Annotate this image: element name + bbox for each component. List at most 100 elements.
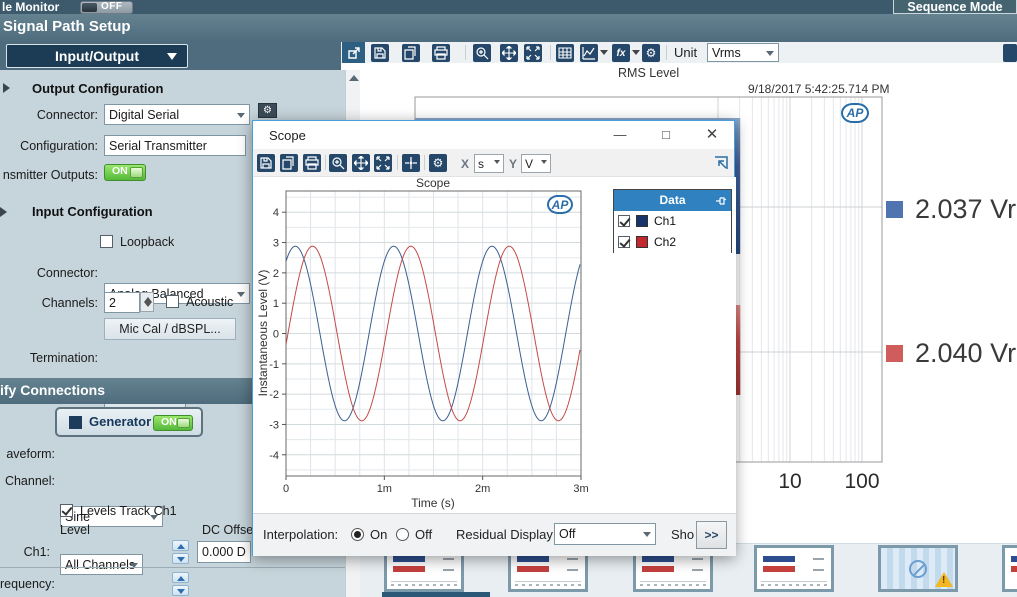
data-panel-header[interactable]: Data <box>614 190 731 211</box>
sequence-mode-button[interactable]: Sequence Mode <box>893 0 1017 14</box>
no-entry-icon <box>909 559 927 578</box>
y-unit-select[interactable]: V <box>521 154 551 173</box>
configuration-label: Configuration: <box>20 139 98 153</box>
acoustic-checkbox[interactable] <box>166 295 179 308</box>
x-unit-select[interactable]: s <box>474 154 504 173</box>
nav-row: Input/Output <box>0 42 341 70</box>
ch1-visible-checkbox[interactable] <box>618 215 630 227</box>
copy-icon[interactable] <box>402 44 420 62</box>
transmitter-outputs-label: nsmitter Outputs: <box>2 168 98 182</box>
ch2-visible-checkbox[interactable] <box>618 236 630 248</box>
ap-logo: AP <box>841 103 869 123</box>
toolbar-separator <box>397 155 398 170</box>
dock-graph-icon[interactable] <box>713 155 729 176</box>
fit-graph-icon[interactable] <box>524 44 542 62</box>
frequency-label: requency: <box>0 577 55 591</box>
print-icon[interactable] <box>303 154 321 172</box>
fx-dropdown-chevron-icon[interactable] <box>632 50 640 55</box>
unit-value: Vrms <box>712 45 741 60</box>
main-toolbar: fx ⚙ Unit Vrms <box>341 42 1017 63</box>
generator-channel-select[interactable]: All Channels <box>60 554 143 575</box>
verify-connections-header: ify Connections <box>0 382 106 398</box>
toolbar-separator <box>666 45 667 60</box>
x-unit-value: s <box>478 156 484 171</box>
generator-on-toggle[interactable]: ON <box>153 415 193 431</box>
fx-derived-result-icon[interactable]: fx <box>612 44 630 62</box>
connector-settings-icon[interactable]: ⚙ <box>258 103 277 118</box>
svg-text:1m: 1m <box>377 483 392 495</box>
termination-label: Termination: <box>29 351 98 365</box>
output-connector-select[interactable]: Digital Serial <box>104 104 250 125</box>
copy-icon[interactable] <box>280 154 298 172</box>
data-channel-row[interactable]: Ch1 <box>614 211 731 232</box>
legend-value-ch1: 2.037 Vrms <box>915 194 1017 224</box>
generator-button[interactable]: Generator ON <box>55 407 203 437</box>
legend-value-ch2: 2.040 Vrms <box>915 338 1017 368</box>
fit-graph-icon[interactable] <box>374 154 392 172</box>
popout-window-icon[interactable] <box>342 42 365 63</box>
x-axis-unit-label: X <box>461 157 470 171</box>
svg-text:-1: -1 <box>269 359 279 371</box>
monitor-off-toggle[interactable]: OFF <box>80 1 133 14</box>
scroll-up-icon[interactable] <box>349 75 359 81</box>
data-channel-row[interactable]: Ch2 <box>614 232 731 253</box>
interpolation-on-radio[interactable] <box>351 528 364 541</box>
loopback-label: Loopback <box>120 235 175 249</box>
ch1-row-label: Ch1: <box>23 545 50 559</box>
cursors-icon[interactable] <box>402 154 420 172</box>
channels-input[interactable]: 2 <box>104 292 140 313</box>
table-view-icon[interactable] <box>556 44 574 62</box>
pan-icon[interactable] <box>352 154 370 172</box>
zoom-icon[interactable] <box>329 154 347 172</box>
scope-titlebar[interactable]: Scope ― □ ✕ <box>253 121 734 149</box>
residual-display-select[interactable]: Off <box>554 523 656 545</box>
page-title: Signal Path Setup <box>3 18 131 35</box>
thumbnail-no-signal-warning[interactable] <box>878 545 958 592</box>
save-icon[interactable] <box>371 44 389 62</box>
mic-cal-button[interactable]: Mic Cal / dBSPL... <box>104 318 236 340</box>
dc-offset-column-header: DC Offset <box>202 523 257 537</box>
close-button[interactable]: ✕ <box>696 121 728 149</box>
output-connector-value: Digital Serial <box>109 107 180 122</box>
unit-label: Unit <box>674 45 698 60</box>
collapse-arrow-icon[interactable] <box>0 207 7 217</box>
pin-icon[interactable] <box>715 195 727 207</box>
channels-spinner[interactable] <box>140 292 154 312</box>
dc-offset-input[interactable]: 0.000 D <box>197 541 251 563</box>
pan-icon[interactable] <box>500 44 518 62</box>
unit-select[interactable]: Vrms <box>707 43 779 62</box>
settings-gear-icon[interactable]: ⚙ <box>429 154 447 172</box>
collapse-arrow-icon[interactable] <box>3 83 10 93</box>
loopback-checkbox[interactable] <box>100 235 113 248</box>
frequency-spinner[interactable] <box>172 572 189 596</box>
graph-dropdown-chevron-icon[interactable] <box>600 50 608 55</box>
thumbnail-result[interactable] <box>754 545 834 592</box>
svg-text:100: 100 <box>844 470 879 493</box>
transmitter-outputs-toggle[interactable]: ON <box>104 164 146 181</box>
graph-view-icon[interactable] <box>580 44 598 62</box>
print-icon[interactable] <box>432 44 450 62</box>
toggle-on-label: ON <box>161 416 177 428</box>
show-more-button[interactable]: >> <box>696 521 727 549</box>
ch1-level-spinner[interactable] <box>172 540 189 564</box>
svg-text:0: 0 <box>273 329 279 341</box>
toolbar-separator <box>325 155 326 170</box>
ap-logo: AP <box>547 195 573 214</box>
y-axis-unit-label: Y <box>509 157 518 171</box>
settings-gear-icon[interactable]: ⚙ <box>642 44 660 62</box>
input-output-dropdown-button[interactable]: Input/Output <box>6 44 188 68</box>
toolbar-separator <box>550 45 551 60</box>
toolbar-separator <box>424 155 425 170</box>
minimize-button[interactable]: ― <box>604 121 636 149</box>
interpolation-off-radio[interactable] <box>396 528 409 541</box>
chevron-down-icon <box>643 532 651 537</box>
scope-x-axis-label: Time (s) <box>411 496 455 510</box>
thumbnail-result-partial[interactable] <box>1002 545 1017 592</box>
levels-track-ch1-checkbox[interactable] <box>60 504 73 517</box>
save-icon[interactable] <box>257 154 275 172</box>
maximize-button[interactable]: □ <box>650 121 682 149</box>
configuration-input[interactable]: Serial Transmitter <box>104 135 246 156</box>
chevron-down-icon <box>541 160 547 164</box>
zoom-icon[interactable] <box>473 44 491 62</box>
dock-panel-icon[interactable] <box>1003 44 1017 62</box>
